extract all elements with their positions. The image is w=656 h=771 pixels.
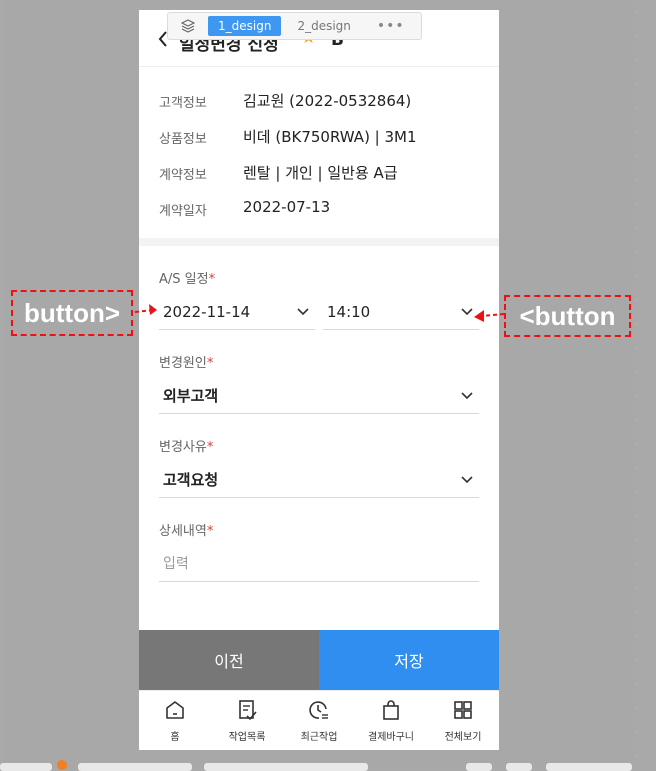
design-tab-bar: 1_design 2_design ••• <box>167 12 422 40</box>
nav-label: 작업목록 <box>228 731 266 743</box>
info-label: 계약정보 <box>159 168 207 183</box>
annotation-arrow-left <box>134 304 157 315</box>
info-label: 계약일자 <box>159 204 207 219</box>
mobile-screen: 일정변경 신청 ★ B 고객정보 김교원 (2022-0532864) 상품정보… <box>139 10 499 750</box>
time-select[interactable]: 14:10 <box>323 294 479 330</box>
shopping-bag-icon <box>380 699 402 725</box>
nav-label: 결제바구니 <box>368 731 414 743</box>
section-divider <box>139 238 499 246</box>
schedule-label: A/S 일정* <box>159 268 215 287</box>
footer-segment <box>204 763 368 771</box>
detail-input[interactable] <box>159 546 479 582</box>
change-reason-label-text: 변경사유 <box>159 440 207 455</box>
change-cause-value: 외부고객 <box>163 387 219 405</box>
nav-item-recent-work[interactable]: 최근작업 <box>283 691 355 750</box>
change-cause-select[interactable]: 외부고객 <box>159 378 479 414</box>
tab-1-design[interactable]: 1_design <box>208 16 282 36</box>
info-value: 김교원 (2022-0532864) <box>243 92 412 110</box>
nav-label: 전체보기 <box>444 731 482 743</box>
date-select[interactable]: 2022-11-14 <box>159 294 315 330</box>
info-value: 2022-07-13 <box>243 198 331 216</box>
chevron-down-icon <box>297 307 309 316</box>
layers-icon[interactable] <box>168 19 208 33</box>
tab-2-design[interactable]: 2_design <box>287 16 360 36</box>
chevron-down-icon <box>461 475 473 484</box>
nav-item-task-list[interactable]: 작업목록 <box>211 691 283 750</box>
footer-segment <box>546 763 632 771</box>
nav-label: 최근작업 <box>300 731 338 743</box>
contract-info: 고객정보 김교원 (2022-0532864) 상품정보 비데 (BK750RW… <box>159 90 417 234</box>
required-mark: * <box>206 440 214 455</box>
recent-work-icon <box>308 699 330 725</box>
task-list-icon <box>236 699 258 725</box>
info-row-contract: 계약정보 렌탈 | 개인 | 일반용 A급 <box>159 162 417 198</box>
change-reason-value: 고객요청 <box>163 471 219 489</box>
bottom-nav: 홈 작업목록 최근작업 결제바구니 전체보기 <box>139 690 499 750</box>
grid-icon <box>452 699 474 725</box>
change-cause-label: 변경원인* <box>159 352 213 371</box>
required-mark: * <box>206 356 214 371</box>
nav-item-home[interactable]: 홈 <box>139 691 211 750</box>
nav-item-all[interactable]: 전체보기 <box>427 691 499 750</box>
date-value: 2022-11-14 <box>163 302 251 321</box>
info-value: 비데 (BK750RWA) | 3M1 <box>243 128 417 146</box>
change-reason-label: 변경사유* <box>159 436 213 455</box>
info-label: 상품정보 <box>159 132 207 147</box>
footer-segment <box>78 763 192 771</box>
info-row-customer: 고객정보 김교원 (2022-0532864) <box>159 90 417 126</box>
home-icon <box>164 699 186 725</box>
detail-label-text: 상세내역 <box>159 524 207 539</box>
chevron-down-icon <box>461 391 473 400</box>
footer-segment <box>466 763 492 771</box>
nav-item-cart[interactable]: 결제바구니 <box>355 691 427 750</box>
schedule-label-text: A/S 일정 <box>159 272 209 287</box>
more-icon[interactable]: ••• <box>377 18 405 34</box>
action-buttons: 이전 저장 <box>139 630 499 690</box>
detail-label: 상세내역* <box>159 520 213 539</box>
status-dot <box>57 760 67 770</box>
required-mark: * <box>206 524 214 539</box>
annotation-arrow-right <box>474 310 505 322</box>
annotation-left-button: button> <box>11 290 133 336</box>
info-value: 렌탈 | 개인 | 일반용 A급 <box>243 164 398 182</box>
nav-label: 홈 <box>170 731 180 743</box>
annotation-right-button: <button <box>504 295 631 337</box>
change-cause-label-text: 변경원인 <box>159 356 207 371</box>
canvas-footer <box>0 760 656 771</box>
required-mark: * <box>208 272 216 287</box>
info-row-product: 상품정보 비데 (BK750RWA) | 3M1 <box>159 126 417 162</box>
prev-button[interactable]: 이전 <box>139 630 319 690</box>
footer-segment <box>0 763 52 771</box>
time-value: 14:10 <box>327 302 371 321</box>
change-reason-select[interactable]: 고객요청 <box>159 462 479 498</box>
save-button[interactable]: 저장 <box>319 630 499 690</box>
info-label: 고객정보 <box>159 96 207 111</box>
footer-segment <box>506 763 532 771</box>
info-row-contract-date: 계약일자 2022-07-13 <box>159 198 417 234</box>
